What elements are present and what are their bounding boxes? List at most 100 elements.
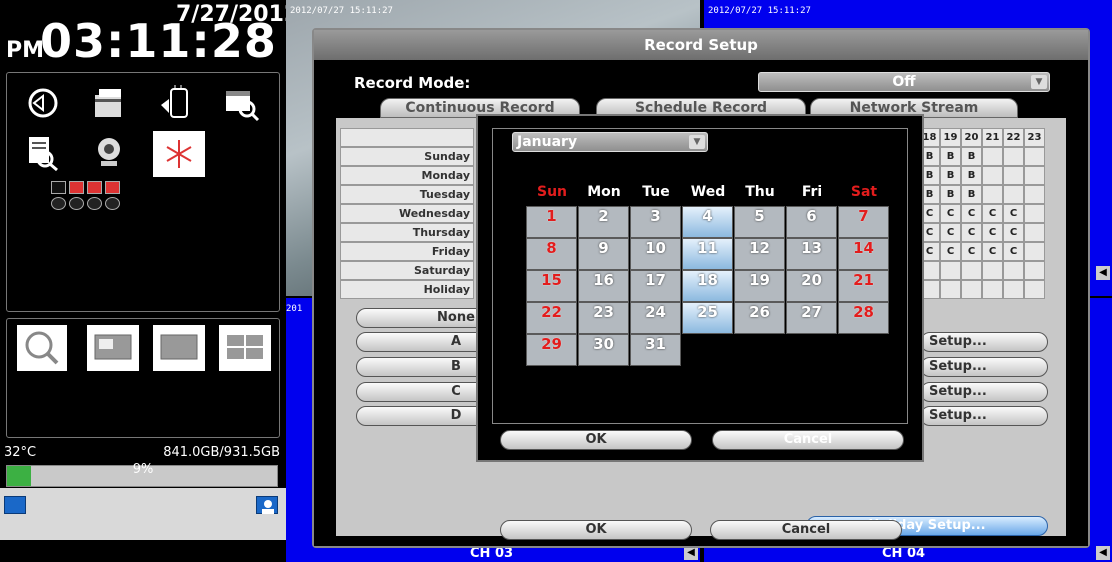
calendar-day[interactable]: 22 (526, 302, 577, 334)
calendar-day[interactable]: 6 (786, 206, 837, 238)
calendar-day[interactable]: 18 (682, 270, 733, 302)
calendar-day[interactable]: 8 (526, 238, 577, 270)
folder-icon[interactable] (87, 81, 131, 125)
schedule-cell[interactable] (1024, 204, 1045, 223)
schedule-cell[interactable] (940, 261, 961, 280)
user-icon[interactable] (256, 496, 278, 514)
calendar-ok-button[interactable]: OK (500, 430, 692, 450)
schedule-cell[interactable]: B (961, 147, 982, 166)
schedule-cell[interactable] (1024, 223, 1045, 242)
calendar-day[interactable]: 29 (526, 334, 577, 366)
calendar-day[interactable]: 25 (682, 302, 733, 334)
calendar-day[interactable]: 21 (838, 270, 889, 302)
calendar-day[interactable]: 5 (734, 206, 785, 238)
schedule-cell[interactable] (1024, 185, 1045, 204)
calendar-day[interactable]: 3 (630, 206, 681, 238)
calendar-day[interactable]: 12 (734, 238, 785, 270)
pip-layout-icon[interactable] (87, 325, 139, 371)
schedule-cell[interactable]: C (1003, 223, 1024, 242)
schedule-cell[interactable] (1003, 261, 1024, 280)
schedule-cell[interactable] (1003, 147, 1024, 166)
schedule-cell[interactable]: C (940, 223, 961, 242)
calendar-day[interactable]: 10 (630, 238, 681, 270)
schedule-cell[interactable] (982, 166, 1003, 185)
calendar-day[interactable]: 15 (526, 270, 577, 302)
schedule-cell[interactable]: C (1003, 242, 1024, 261)
calendar-day[interactable]: 13 (786, 238, 837, 270)
playback-icon[interactable] (21, 81, 65, 125)
schedule-cell[interactable]: B (940, 147, 961, 166)
calendar-day[interactable]: 31 (630, 334, 681, 366)
setup-d-button[interactable]: Setup... (920, 406, 1048, 426)
log-search-icon[interactable] (21, 131, 65, 175)
schedule-cell[interactable] (961, 261, 982, 280)
setup-b-button[interactable]: Setup... (920, 357, 1048, 377)
calendar-day[interactable]: 27 (786, 302, 837, 334)
schedule-cell[interactable] (1024, 261, 1045, 280)
schedule-cell[interactable]: C (961, 204, 982, 223)
calendar-day[interactable]: 17 (630, 270, 681, 302)
schedule-cell[interactable] (961, 280, 982, 299)
ok-button[interactable]: OK (500, 520, 692, 540)
month-select[interactable]: January ▼ (512, 132, 708, 152)
schedule-cell[interactable] (1024, 280, 1045, 299)
calendar-day[interactable]: 16 (578, 270, 629, 302)
schedule-cell[interactable]: C (982, 204, 1003, 223)
schedule-cell[interactable] (1003, 185, 1024, 204)
calendar-day[interactable]: 4 (682, 206, 733, 238)
camera-1-timestamp: 2012/07/27 15:11:27 (290, 6, 393, 16)
schedule-cell[interactable]: B (961, 185, 982, 204)
calendar-day[interactable]: 2 (578, 206, 629, 238)
schedule-cell[interactable]: B (961, 166, 982, 185)
speaker-icon[interactable]: ◀ (1096, 546, 1110, 560)
left-panel: 7/27/2012 PM 03:11:28 32°C 841.0GB/931.5… (0, 0, 299, 562)
schedule-cell[interactable]: C (961, 242, 982, 261)
calendar-day[interactable]: 11 (682, 238, 733, 270)
schedule-cell[interactable] (1024, 166, 1045, 185)
calendar-day[interactable]: 9 (578, 238, 629, 270)
record-mode-select[interactable]: Off ▼ (758, 72, 1050, 92)
speaker-icon[interactable]: ◀ (1096, 266, 1110, 280)
quad-layout-icon[interactable] (219, 325, 271, 371)
schedule-cell[interactable]: C (982, 223, 1003, 242)
schedule-cell[interactable] (982, 261, 1003, 280)
schedule-cell[interactable] (982, 147, 1003, 166)
setup-a-button[interactable]: Setup... (920, 332, 1048, 352)
single-layout-icon[interactable] (153, 325, 205, 371)
schedule-cell[interactable] (982, 185, 1003, 204)
search-icon[interactable] (17, 325, 67, 371)
schedule-cell[interactable]: C (1003, 204, 1024, 223)
schedule-cell[interactable] (940, 280, 961, 299)
calendar-day[interactable]: 14 (838, 238, 889, 270)
control-icon[interactable] (153, 81, 197, 125)
webcam-icon[interactable] (87, 131, 131, 175)
schedule-cell[interactable]: C (940, 242, 961, 261)
network-icon[interactable] (4, 496, 26, 514)
calendar-day[interactable]: 30 (578, 334, 629, 366)
cancel-button[interactable]: Cancel (710, 520, 902, 540)
freeze-icon[interactable] (153, 131, 205, 177)
calendar-day[interactable]: 20 (786, 270, 837, 302)
calendar-day[interactable]: 26 (734, 302, 785, 334)
schedule-cell[interactable] (1003, 166, 1024, 185)
schedule-cell[interactable] (1024, 147, 1045, 166)
calendar-day[interactable]: 7 (838, 206, 889, 238)
calendar-day[interactable]: 1 (526, 206, 577, 238)
calendar-day[interactable]: 24 (630, 302, 681, 334)
speaker-icon[interactable]: ◀ (684, 546, 698, 560)
calendar-day[interactable]: 28 (838, 302, 889, 334)
calendar-cancel-button[interactable]: Cancel (712, 430, 904, 450)
schedule-cell[interactable]: B (940, 185, 961, 204)
calendar-day[interactable]: 19 (734, 270, 785, 302)
schedule-cell[interactable]: B (940, 166, 961, 185)
schedule-cell[interactable]: C (940, 204, 961, 223)
calendar-search-icon[interactable] (219, 81, 263, 125)
schedule-cell[interactable] (1024, 242, 1045, 261)
setup-c-button[interactable]: Setup... (920, 382, 1048, 402)
schedule-cell[interactable]: C (982, 242, 1003, 261)
calendar-day[interactable]: 23 (578, 302, 629, 334)
camera-2-icon (69, 197, 84, 210)
schedule-cell[interactable] (982, 280, 1003, 299)
schedule-cell[interactable] (1003, 280, 1024, 299)
schedule-cell[interactable]: C (961, 223, 982, 242)
